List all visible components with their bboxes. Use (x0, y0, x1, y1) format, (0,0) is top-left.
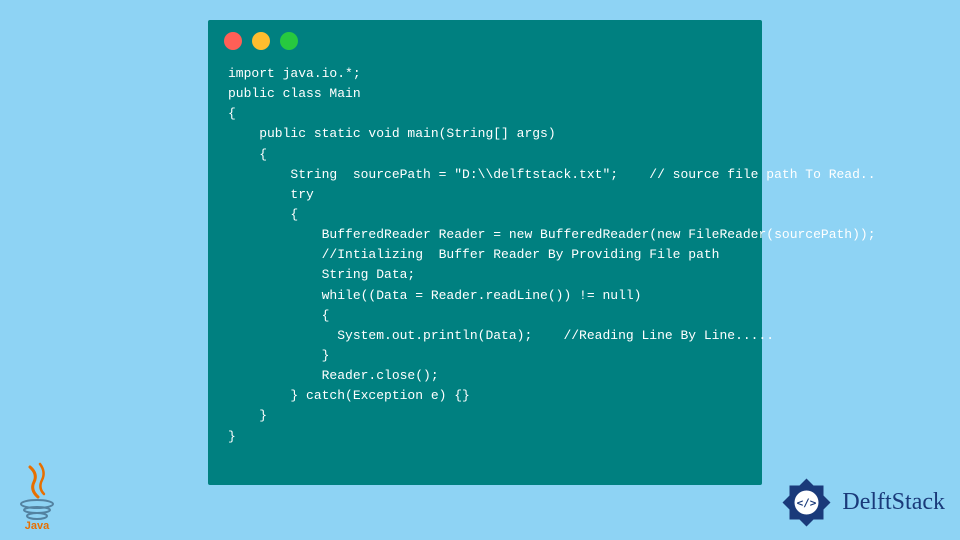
delftstack-label: DelftStack (842, 489, 945, 516)
code-line: String sourcePath = "D:\\delftstack.txt"… (228, 167, 876, 182)
code-line: { (228, 308, 329, 323)
code-line: BufferedReader Reader = new BufferedRead… (228, 227, 876, 242)
code-line: Reader.close(); (228, 368, 439, 383)
svg-text:Java: Java (25, 520, 50, 532)
code-line: try (228, 187, 314, 202)
code-line: public class Main (228, 86, 361, 101)
code-line: } (228, 408, 267, 423)
code-line: System.out.println(Data); //Reading Line… (228, 328, 774, 343)
code-line: public static void main(String[] args) (228, 126, 556, 141)
svg-text:</>: </> (797, 497, 817, 510)
code-line: String Data; (228, 267, 415, 282)
code-line: while((Data = Reader.readLine()) != null… (228, 288, 641, 303)
code-line: { (228, 106, 236, 121)
delftstack-emblem-icon: </> (779, 475, 834, 530)
java-logo: Java (12, 462, 62, 532)
code-line: } catch(Exception e) {} (228, 388, 470, 403)
window-controls (208, 20, 762, 58)
code-line: } (228, 348, 329, 363)
close-icon (224, 32, 242, 50)
code-line: { (228, 147, 267, 162)
code-line: //Intializing Buffer Reader By Providing… (228, 247, 719, 262)
code-line: } (228, 429, 236, 444)
delftstack-logo: </> DelftStack (779, 475, 945, 530)
minimize-icon (252, 32, 270, 50)
code-content: import java.io.*; public class Main { pu… (208, 58, 762, 467)
java-icon: Java (12, 462, 62, 532)
maximize-icon (280, 32, 298, 50)
code-line: { (228, 207, 298, 222)
code-line: import java.io.*; (228, 66, 361, 81)
code-window: import java.io.*; public class Main { pu… (208, 20, 762, 485)
